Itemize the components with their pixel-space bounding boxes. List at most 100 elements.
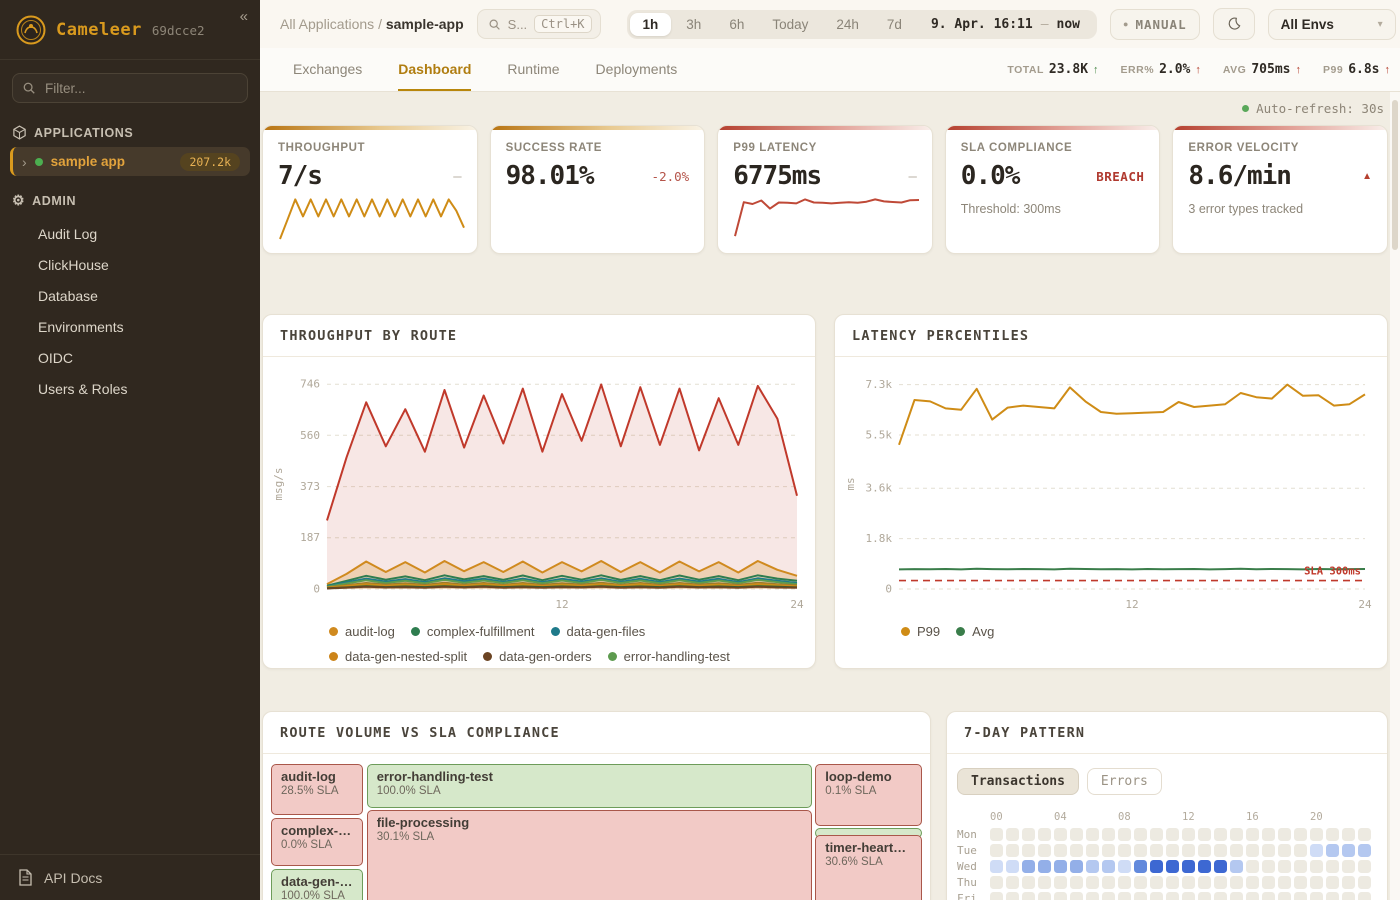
sidebar-collapse-icon[interactable]: « xyxy=(240,8,248,25)
legend-label: audit-log xyxy=(345,624,395,639)
heatmap-cell xyxy=(1054,844,1067,857)
package-icon xyxy=(12,125,27,140)
svg-text:12: 12 xyxy=(555,598,568,611)
heatmap-day-label: Tue xyxy=(957,844,987,857)
range-pill-1h[interactable]: 1h xyxy=(630,13,672,36)
heatmap-hour-labels: 000408121620 xyxy=(957,811,1387,825)
heatmap-cell xyxy=(990,860,1003,873)
date-range-picker[interactable]: 9. Apr. 16:11 — now xyxy=(917,17,1094,32)
breadcrumb-current: sample-app xyxy=(386,16,464,32)
heatmap-cell xyxy=(1118,828,1131,841)
heatmap-cell xyxy=(1342,844,1355,857)
kpi-card-success-rate: SUCCESS RATE98.01%-2.0% xyxy=(490,125,706,254)
legend-item-data-gen-orders[interactable]: data-gen-orders xyxy=(483,649,592,664)
legend-item-data-gen-nested-split[interactable]: data-gen-nested-split xyxy=(329,649,467,664)
heatmap-row-fri: Fri xyxy=(957,892,1387,900)
heatmap-cell xyxy=(1310,860,1323,873)
environment-select[interactable]: All Envs ▾ xyxy=(1268,9,1396,40)
heatmap-hour-label xyxy=(1198,811,1211,825)
heatmap-cell xyxy=(1310,892,1323,900)
route-volume-sla-panel: ROUTE VOLUME VS SLA COMPLIANCE audit-log… xyxy=(262,711,931,900)
heatmap-cell xyxy=(1230,860,1243,873)
treemap-tile-file-processing[interactable]: file-processing30.1% SLA xyxy=(367,810,812,900)
heatmap-cell xyxy=(1326,844,1339,857)
legend-item-complex-fulfillment[interactable]: complex-fulfillment xyxy=(411,624,535,639)
stat-label: AVG xyxy=(1223,64,1246,76)
treemap-tile-audit-log[interactable]: audit-log28.5% SLA xyxy=(271,764,363,815)
legend-item-avg[interactable]: Avg xyxy=(956,624,994,639)
heatmap-cell xyxy=(1198,860,1211,873)
main-area: All Applications / sample-app S... Ctrl+… xyxy=(260,0,1400,900)
treemap-tile-timer-heartbeat[interactable]: timer-heartbeat30.6% SLA xyxy=(815,835,922,900)
heatmap-cell xyxy=(1278,828,1291,841)
legend-item-p99[interactable]: P99 xyxy=(901,624,940,639)
filter-input[interactable] xyxy=(12,73,248,103)
sidebar-item-clickhouse[interactable]: ClickHouse xyxy=(0,249,260,280)
svg-text:7.3k: 7.3k xyxy=(866,378,893,391)
heatmap-cell xyxy=(1086,892,1099,900)
heatmap-hour-label xyxy=(1358,811,1371,825)
heatmap-hour-label xyxy=(1134,811,1147,825)
heatmap-cell xyxy=(1166,844,1179,857)
legend-label: data-gen-orders xyxy=(499,649,592,664)
svg-text:msg/s: msg/s xyxy=(272,467,285,500)
treemap-tile-complex-fulfillment[interactable]: complex-fulfillment0.0% SLA xyxy=(271,818,363,866)
sidebar-item-api-docs[interactable]: API Docs xyxy=(0,854,260,900)
scrollbar-thumb[interactable] xyxy=(1392,100,1398,250)
search-shortcut-kbd: Ctrl+K xyxy=(534,15,591,33)
theme-toggle-button[interactable] xyxy=(1213,8,1255,40)
status-dot xyxy=(35,158,43,166)
legend-label: data-gen-nested-split xyxy=(345,649,467,664)
manual-refresh-button[interactable]: ● MANUAL xyxy=(1110,9,1200,40)
sidebar-item-users-roles[interactable]: Users & Roles xyxy=(0,373,260,404)
heatmap-cell xyxy=(1214,828,1227,841)
heatmap-cell xyxy=(1358,828,1371,841)
toggle-transactions[interactable]: Transactions xyxy=(957,768,1079,795)
sidebar-item-audit-log[interactable]: Audit Log xyxy=(0,218,260,249)
chevron-down-icon: ▾ xyxy=(1378,19,1383,30)
legend-item-audit-log[interactable]: audit-log xyxy=(329,624,395,639)
tab-exchanges[interactable]: Exchanges xyxy=(293,48,362,91)
global-search[interactable]: S... Ctrl+K xyxy=(477,9,601,39)
heatmap-cell xyxy=(1310,844,1323,857)
route-volume-treemap: audit-log28.5% SLAcomplex-fulfillment0.0… xyxy=(271,764,922,900)
sidebar-item-sample-app[interactable]: › sample app 207.2k xyxy=(10,147,250,176)
legend-item-error-handling-test[interactable]: error-handling-test xyxy=(608,649,730,664)
topbar: All Applications / sample-app S... Ctrl+… xyxy=(260,0,1400,48)
stat-p99: P996.8s↑ xyxy=(1323,62,1390,77)
treemap-tile-data-gen-files[interactable]: data-gen-files100.0% SLA xyxy=(271,869,363,900)
range-pill-24h[interactable]: 24h xyxy=(823,13,872,36)
sidebar-item-oidc[interactable]: OIDC xyxy=(0,342,260,373)
tab-dashboard[interactable]: Dashboard xyxy=(398,48,471,91)
heatmap-cell xyxy=(1198,892,1211,900)
sidebar-item-database[interactable]: Database xyxy=(0,280,260,311)
sidebar-item-environments[interactable]: Environments xyxy=(0,311,260,342)
legend-item-data-gen-files[interactable]: data-gen-files xyxy=(551,624,646,639)
manual-label: MANUAL xyxy=(1135,17,1186,32)
range-pill-3h[interactable]: 3h xyxy=(673,13,714,36)
tile-name: timer-heartbeat xyxy=(825,840,912,855)
range-pill-today[interactable]: Today xyxy=(759,13,821,36)
range-pill-7d[interactable]: 7d xyxy=(874,13,915,36)
chevron-right-icon[interactable]: › xyxy=(22,154,27,170)
heatmap-cell xyxy=(1246,844,1259,857)
treemap-tile-loop-demo[interactable]: loop-demo0.1% SLA xyxy=(815,764,922,826)
kpi-body: THROUGHPUT7/s– xyxy=(263,130,477,249)
treemap-tile-error-handling-test[interactable]: error-handling-test100.0% SLA xyxy=(367,764,812,808)
heatmap-cell xyxy=(1070,828,1083,841)
heatmap-row-mon: Mon xyxy=(957,828,1387,841)
heatmap-cell xyxy=(1006,828,1019,841)
toggle-errors[interactable]: Errors xyxy=(1087,768,1162,795)
range-pill-6h[interactable]: 6h xyxy=(716,13,757,36)
heatmap-cell xyxy=(1150,876,1163,889)
heatmap-cell xyxy=(1054,828,1067,841)
kpi-value: 6775ms xyxy=(733,161,821,191)
breadcrumb-root[interactable]: All Applications xyxy=(280,16,374,32)
tab-runtime[interactable]: Runtime xyxy=(507,48,559,91)
heatmap-day-label: Mon xyxy=(957,828,987,841)
heatmap-cell xyxy=(1118,876,1131,889)
heatmap-cell xyxy=(1310,828,1323,841)
tab-deployments[interactable]: Deployments xyxy=(596,48,678,91)
heatmap-cell xyxy=(1198,828,1211,841)
scrollbar[interactable] xyxy=(1390,92,1400,900)
